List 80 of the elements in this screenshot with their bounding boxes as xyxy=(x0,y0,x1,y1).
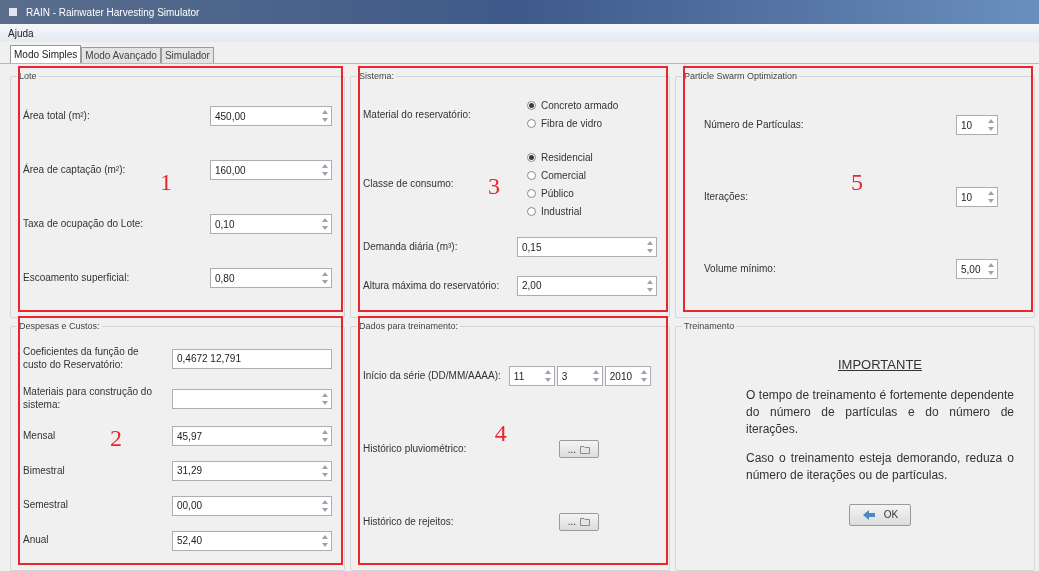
field-label: Bimestral xyxy=(23,464,65,478)
spin-arrows-icon[interactable] xyxy=(987,261,995,277)
spin-field[interactable]: 2,00 xyxy=(517,275,657,296)
tab[interactable]: Simulador xyxy=(160,47,214,63)
spin-arrows-icon[interactable] xyxy=(987,117,995,133)
tab[interactable]: Modo Simples xyxy=(10,45,82,63)
field-label: Início da série (DD/MM/AAAA): xyxy=(363,369,501,383)
annotation-number: 4 xyxy=(494,420,507,445)
notice-heading: IMPORTANTE xyxy=(838,356,922,374)
spin-field[interactable]: 31,29 xyxy=(172,460,332,481)
browse-button[interactable]: ... xyxy=(558,512,599,531)
spin-field[interactable]: 10 xyxy=(956,115,998,135)
field-label: Materiais para construção do sistema: xyxy=(23,386,153,412)
field-label: Escoamento superficial: xyxy=(23,271,130,285)
spin-field[interactable]: 450,00 xyxy=(210,106,332,126)
group-title: Despesas e Custos: xyxy=(17,320,102,334)
spin-arrows-icon[interactable] xyxy=(321,108,329,124)
spin-arrows-icon[interactable] xyxy=(321,162,329,178)
app-icon xyxy=(8,7,18,17)
field-label: Área total (m²): xyxy=(23,109,90,123)
spin-field[interactable]: 3 xyxy=(556,366,603,387)
spin-field[interactable]: 5,00 xyxy=(956,259,998,279)
radio-option[interactable]: Concreto armado xyxy=(527,98,657,114)
field-label: Histórico de rejeitos: xyxy=(363,515,454,529)
spin-arrows-icon[interactable] xyxy=(321,270,329,286)
spin-field[interactable]: 11 xyxy=(508,366,555,387)
ok-button[interactable]: OK xyxy=(848,503,912,526)
field-label: Classe de consumo: xyxy=(363,178,454,191)
spin-field[interactable]: 52,40 xyxy=(172,530,332,551)
notice-text: Caso o treinamento esteja demorando, reduza o número de iterações ou de partículas. xyxy=(746,449,1014,484)
field-label: Coeficientes da função de custo do Reservatório: xyxy=(23,346,140,372)
window-title: RAIN - Rainwater Harvesting Simulator xyxy=(26,5,200,20)
spin-field[interactable]: 45,97 xyxy=(172,426,332,447)
radio-button[interactable] xyxy=(527,170,536,180)
field-label: Número de Partículas: xyxy=(704,118,804,132)
annotation-number: 3 xyxy=(488,174,500,199)
field-label: Mensal xyxy=(23,429,56,443)
radio-option[interactable]: Residencial xyxy=(527,149,657,165)
annotation-number: 2 xyxy=(110,425,122,450)
field-label: Volume mínimo: xyxy=(704,262,776,276)
spin-field[interactable] xyxy=(172,388,332,409)
annotation-number: 5 xyxy=(851,169,864,194)
spin-field[interactable]: 0,10 xyxy=(210,214,332,234)
spin-arrows-icon[interactable] xyxy=(321,216,329,232)
radio-button[interactable] xyxy=(527,101,536,111)
spin-field[interactable]: 160,00 xyxy=(210,160,332,180)
radio-option[interactable]: Fibra de vidro xyxy=(527,116,657,132)
field-label: Material do reservatório: xyxy=(363,108,471,121)
radio-option[interactable]: Público xyxy=(527,185,657,201)
spin-field[interactable]: 2010 xyxy=(604,366,651,387)
tab[interactable]: Modo Avançado xyxy=(81,47,161,63)
group-title: Particle Swarm Optimization xyxy=(682,70,800,84)
radio-button[interactable] xyxy=(527,119,536,129)
text-field[interactable]: 0,4672 12,791 xyxy=(172,348,332,369)
spin-field[interactable]: 0,80 xyxy=(210,268,332,288)
radio-option[interactable]: Industrial xyxy=(527,203,657,219)
field-label: Altura máxima do reservatório: xyxy=(363,279,500,292)
field-label: Histórico pluviométrico: xyxy=(363,443,467,456)
spin-arrows-icon[interactable] xyxy=(987,189,995,205)
spin-field[interactable]: 00,00 xyxy=(172,495,332,516)
menu-item[interactable]: Ajuda xyxy=(8,25,34,41)
field-label: Anual xyxy=(23,534,49,547)
group-title: Dados para treinamento: xyxy=(357,320,461,334)
field-label: Iterações: xyxy=(704,190,748,204)
radio-button[interactable] xyxy=(527,188,536,198)
spin-field[interactable]: 10 xyxy=(956,187,998,207)
field-label: Taxa de ocupação do Lote: xyxy=(23,217,144,231)
annotation-number: 1 xyxy=(160,169,172,194)
spin-field[interactable]: 0,15 xyxy=(517,237,657,258)
field-label: Área de captação (m²): xyxy=(23,163,126,177)
browse-button[interactable]: ... xyxy=(558,440,599,459)
folder-icon xyxy=(580,445,590,454)
radio-button[interactable] xyxy=(527,152,536,162)
arrow-icon xyxy=(861,508,876,521)
field-label: Demanda diária (m³): xyxy=(363,241,458,254)
radio-button[interactable] xyxy=(527,206,536,216)
notice-text: O tempo de treinamento é fortemente dependente do número de partículas e do número de iterações. xyxy=(746,386,1014,438)
radio-option[interactable]: Comercial xyxy=(527,167,657,183)
field-label: Semestral xyxy=(23,499,68,512)
folder-icon xyxy=(580,517,590,527)
